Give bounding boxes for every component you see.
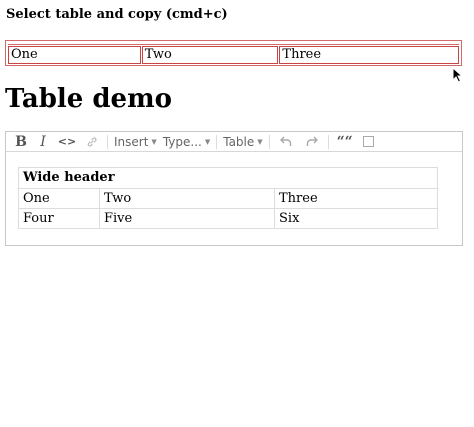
caret-down-icon: ▼ — [257, 137, 263, 146]
link-icon — [87, 136, 97, 147]
redo-button[interactable] — [299, 132, 325, 151]
table-row: One Two Three — [8, 46, 459, 64]
bold-icon: B — [15, 133, 27, 150]
table-cell[interactable]: Six — [273, 208, 439, 229]
italic-icon: I — [40, 133, 46, 150]
table-cell[interactable]: Two — [99, 188, 275, 209]
blockquote-button[interactable]: ““ — [332, 132, 358, 151]
checkbox-icon — [363, 136, 375, 147]
quote-icon: ““ — [336, 133, 353, 150]
editor-table[interactable]: Wide header One Two Three Four Five Six — [17, 167, 439, 229]
checkbox-button[interactable] — [358, 132, 380, 151]
toolbar-divider — [268, 134, 270, 149]
type-menu[interactable]: Type... ▼ — [160, 132, 213, 151]
redo-icon — [306, 136, 318, 146]
undo-icon — [279, 136, 291, 146]
insert-menu[interactable]: Insert ▼ — [111, 132, 160, 151]
toolbar-divider — [327, 134, 329, 149]
table-cell[interactable]: One — [8, 46, 141, 64]
table-header-row: Wide header — [17, 167, 439, 189]
code-icon: <> — [57, 135, 77, 148]
type-menu-label: Type... — [162, 134, 202, 149]
table-menu[interactable]: Table ▼ — [220, 132, 265, 151]
italic-button[interactable]: I — [32, 132, 54, 151]
page-title: Table demo — [5, 84, 172, 114]
caret-down-icon: ▼ — [204, 137, 211, 146]
insert-menu-label: Insert — [114, 134, 149, 149]
table-cell[interactable]: Five — [99, 208, 275, 229]
table-cell[interactable]: Four — [18, 208, 100, 229]
undo-button[interactable] — [273, 132, 299, 151]
page: Select table and copy (cmd+c) One Two Th… — [0, 0, 474, 427]
table-cell[interactable]: Three — [273, 188, 439, 209]
table-menu-label: Table — [223, 134, 255, 149]
table-cell[interactable]: Three — [279, 46, 459, 64]
table-row: Four Five Six — [18, 208, 439, 229]
table-cell[interactable]: One — [18, 188, 100, 209]
mouse-cursor-icon — [452, 67, 464, 83]
toolbar-divider — [216, 134, 218, 149]
link-button[interactable] — [80, 132, 104, 151]
caret-down-icon: ▼ — [151, 137, 157, 146]
toolbar-divider — [107, 134, 108, 149]
editor-toolbar: B I <> Insert ▼ Type... ▼ Table ▼ ““ — [6, 132, 462, 152]
table-row: One Two Three — [18, 188, 439, 209]
table-header-cell[interactable]: Wide header — [17, 167, 439, 189]
bold-button[interactable]: B — [10, 132, 32, 151]
table-cell[interactable]: Two — [141, 46, 279, 64]
rich-text-editor[interactable]: B I <> Insert ▼ Type... ▼ Table ▼ ““ Wid… — [5, 131, 463, 246]
selected-source-table[interactable]: One Two Three — [5, 40, 462, 66]
instruction-text: Select table and copy (cmd+c) — [6, 7, 228, 22]
code-button[interactable]: <> — [54, 132, 80, 151]
selection-outline — [8, 44, 459, 45]
